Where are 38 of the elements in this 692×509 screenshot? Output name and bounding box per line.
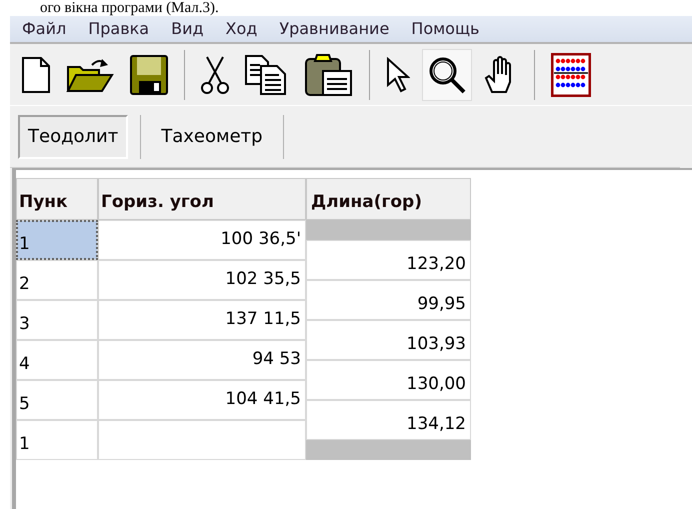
table-cell[interactable]: 137 11,5 [98, 300, 306, 340]
table-cell[interactable]: 5 [16, 380, 98, 420]
table-cell[interactable]: 130,00 [306, 360, 471, 400]
table-cell[interactable]: 103,93 [306, 320, 471, 360]
search-icon [427, 54, 467, 94]
column-header[interactable]: Длина(гор) [306, 178, 471, 220]
tab[interactable]: Тахеометр [153, 114, 271, 158]
table-cell[interactable]: 134,12 [306, 400, 471, 440]
table-cell[interactable]: 1 [16, 220, 98, 260]
column-header[interactable]: Гориз. угол [98, 178, 306, 220]
table-cell[interactable]: 99,95 [306, 280, 471, 320]
table-cell[interactable]: 104 41,5 [98, 380, 306, 420]
menu-item[interactable]: Ход [226, 17, 258, 41]
table-cell[interactable]: 123,20 [306, 240, 471, 280]
blank-page-icon [22, 56, 50, 92]
scissors-icon [201, 54, 229, 94]
menu-item[interactable]: Помощь [411, 17, 480, 41]
table-cell[interactable]: 4 [16, 340, 98, 380]
table-cell[interactable] [98, 420, 306, 460]
table-cell[interactable]: 100 36,5' [98, 220, 306, 260]
table-cell[interactable]: 94 53 [98, 340, 306, 380]
caption-text: ого вікна програми (Мал.3). [39, 0, 220, 16]
copy-pages-icon [245, 54, 289, 94]
table-cell[interactable]: 3 [16, 300, 98, 340]
arrow-pointer-icon [386, 56, 410, 92]
menu-item[interactable]: Файл [22, 17, 66, 41]
table-cell[interactable]: 2 [16, 260, 98, 300]
tab[interactable]: Теодолит [18, 114, 128, 158]
clipboard-icon [305, 52, 353, 96]
folder-icon [66, 56, 114, 92]
abacus-icon [551, 52, 591, 96]
menu-item[interactable]: Правка [88, 17, 150, 41]
toolbar-button[interactable] [422, 48, 472, 100]
menu-item[interactable]: Вид [171, 17, 204, 41]
table-cell[interactable]: 1 [16, 420, 98, 460]
table-cell[interactable]: 102 35,5 [98, 260, 306, 300]
menu-item[interactable]: Уравнивание [279, 17, 390, 41]
column-header[interactable]: Пунк [16, 178, 98, 220]
